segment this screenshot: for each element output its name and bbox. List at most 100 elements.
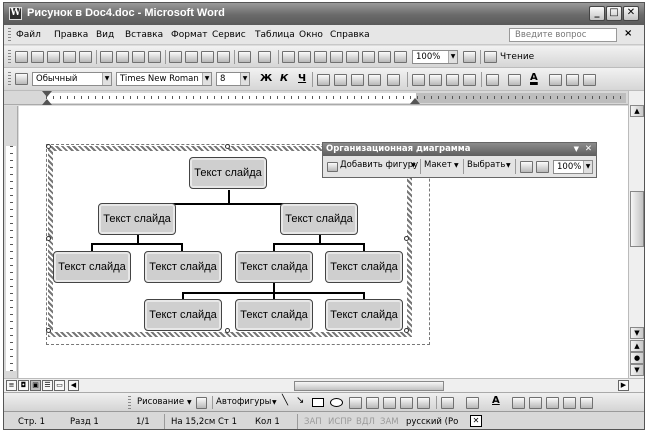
scroll-right-icon[interactable]: ▶ (618, 380, 629, 391)
arrow-style-icon[interactable] (546, 397, 559, 409)
font-size-select[interactable]: 8 ▼ (216, 72, 250, 86)
next-page-icon[interactable]: ▼ (630, 364, 644, 376)
document-map-icon[interactable] (378, 51, 391, 63)
cut-icon[interactable] (169, 51, 182, 63)
word-app-icon[interactable]: W (9, 7, 22, 20)
line-style-icon[interactable] (512, 397, 525, 409)
format-painter-icon[interactable] (217, 51, 230, 63)
toolbar-grip[interactable] (8, 72, 11, 87)
menu-view[interactable]: Вид (96, 30, 114, 40)
insert-picture-icon[interactable] (417, 397, 430, 409)
select-objects-icon[interactable] (196, 397, 207, 409)
align-right-icon[interactable] (351, 74, 364, 86)
spelling-status-icon[interactable]: ✕ (470, 415, 482, 427)
increase-indent-icon[interactable] (463, 74, 476, 86)
character-scale-icon[interactable] (566, 74, 579, 86)
select-button[interactable]: Выбрать (467, 160, 505, 170)
hanging-indent-marker[interactable] (42, 99, 52, 105)
reading-view-icon[interactable]: ▭ (54, 380, 65, 391)
toolbar-options-icon[interactable]: ▼ (574, 143, 579, 155)
wordart-icon[interactable] (366, 397, 379, 409)
print-layout-view-icon[interactable]: ▣ (30, 380, 41, 391)
maximize-button[interactable]: □ (606, 6, 622, 21)
chevron-down-icon[interactable]: ▼ (102, 73, 111, 85)
insert-excel-icon[interactable] (330, 51, 343, 63)
chevron-down-icon[interactable]: ▼ (240, 73, 249, 85)
menu-table[interactable]: Таблица (255, 30, 295, 40)
permission-icon[interactable] (63, 51, 76, 63)
textbox-icon[interactable] (349, 397, 362, 409)
font-color-icon[interactable]: A (530, 72, 538, 83)
3d-style-icon[interactable] (580, 397, 593, 409)
layout-button[interactable]: Макет (424, 160, 452, 170)
clipart-icon[interactable] (400, 397, 413, 409)
chevron-down-icon[interactable]: ▼ (506, 162, 511, 169)
chevron-down-icon[interactable]: ▼ (583, 161, 592, 173)
drawing-menu-button[interactable]: Рисование (137, 397, 184, 407)
diagram-icon[interactable] (383, 397, 396, 409)
copy-icon[interactable] (185, 51, 198, 63)
email-icon[interactable] (79, 51, 92, 63)
add-shape-button[interactable]: Добавить фигуру (340, 160, 418, 170)
font-select[interactable]: Times New Roman ▼ (116, 72, 212, 86)
italic-button[interactable]: К (280, 73, 288, 84)
paste-icon[interactable] (201, 51, 214, 63)
autoformat-icon[interactable] (520, 161, 533, 173)
org-toolbar-header[interactable]: Организационная диаграмма ▼ ✕ (323, 143, 596, 156)
chevron-down-icon[interactable]: ▼ (202, 73, 211, 85)
bold-button[interactable]: Ж (260, 73, 272, 84)
org-box-leaf[interactable]: Текст слайда (325, 251, 403, 283)
font-color-icon[interactable]: A (492, 395, 500, 406)
org-box-root[interactable]: Текст слайда (189, 157, 267, 189)
document-close-icon[interactable]: × (624, 28, 632, 39)
spelling-icon[interactable] (132, 51, 145, 63)
horizontal-scrollbar[interactable]: ≡ ◘ ▣ ☰ ▭ ◀ ▶ (4, 378, 644, 392)
redo-icon[interactable] (258, 51, 271, 63)
status-record[interactable]: ЗАП (304, 417, 322, 427)
scroll-thumb[interactable] (630, 191, 644, 247)
minimize-button[interactable]: _ (589, 6, 605, 21)
status-extend[interactable]: ВДЛ (356, 417, 375, 427)
fit-text-icon[interactable] (536, 161, 549, 173)
browse-object-icon[interactable]: ● (630, 352, 644, 364)
resize-handle[interactable] (46, 144, 51, 149)
status-track-changes[interactable]: ИСПР (328, 417, 352, 427)
line-spacing-icon[interactable] (387, 74, 400, 86)
justify-icon[interactable] (368, 74, 381, 86)
border-icon[interactable] (486, 74, 499, 86)
highlight-icon[interactable] (508, 74, 521, 86)
autoshapes-menu-button[interactable]: Автофигуры (216, 397, 271, 407)
new-document-icon[interactable] (15, 51, 28, 63)
menu-window[interactable]: Окно (299, 30, 323, 40)
read-mode-icon[interactable] (484, 51, 497, 63)
scroll-up-icon[interactable]: ▲ (630, 105, 644, 117)
org-box-leaf[interactable]: Текст слайда (235, 251, 313, 283)
styles-pane-icon[interactable] (15, 73, 28, 85)
bullets-icon[interactable] (429, 74, 442, 86)
phonetic-guide-icon[interactable] (583, 74, 596, 86)
resize-handle[interactable] (46, 328, 51, 333)
oval-tool-icon[interactable] (330, 398, 343, 407)
previous-page-icon[interactable]: ▲ (630, 340, 644, 352)
style-select[interactable]: Обычный ▼ (32, 72, 112, 86)
org-box-leaf[interactable]: Текст слайда (144, 251, 222, 283)
menu-edit[interactable]: Правка (54, 30, 88, 40)
ask-question-input[interactable]: Введите вопрос (509, 28, 617, 42)
org-box-bottom[interactable]: Текст слайда (325, 299, 403, 331)
menu-help[interactable]: Справка (330, 30, 370, 40)
toolbar-grip[interactable] (8, 50, 11, 64)
reading-label[interactable]: Чтение (500, 52, 534, 62)
resize-handle[interactable] (225, 144, 230, 149)
first-indent-marker[interactable] (42, 91, 52, 97)
org-box-leaf[interactable]: Текст слайда (53, 251, 131, 283)
menu-insert[interactable]: Вставка (125, 30, 163, 40)
org-box-right[interactable]: Текст слайда (280, 203, 358, 235)
numbering-icon[interactable] (412, 74, 425, 86)
help-icon[interactable] (463, 51, 476, 63)
chevron-down-icon[interactable]: ▼ (187, 399, 192, 406)
org-toolbar-close-icon[interactable]: ✕ (585, 143, 592, 155)
scroll-left-icon[interactable]: ◀ (68, 380, 79, 391)
chevron-down-icon[interactable]: ▼ (448, 51, 457, 63)
vertical-scrollbar[interactable]: ▲ ▼ ▲ ● ▼ (628, 91, 644, 378)
hyperlink-icon[interactable] (282, 51, 295, 63)
